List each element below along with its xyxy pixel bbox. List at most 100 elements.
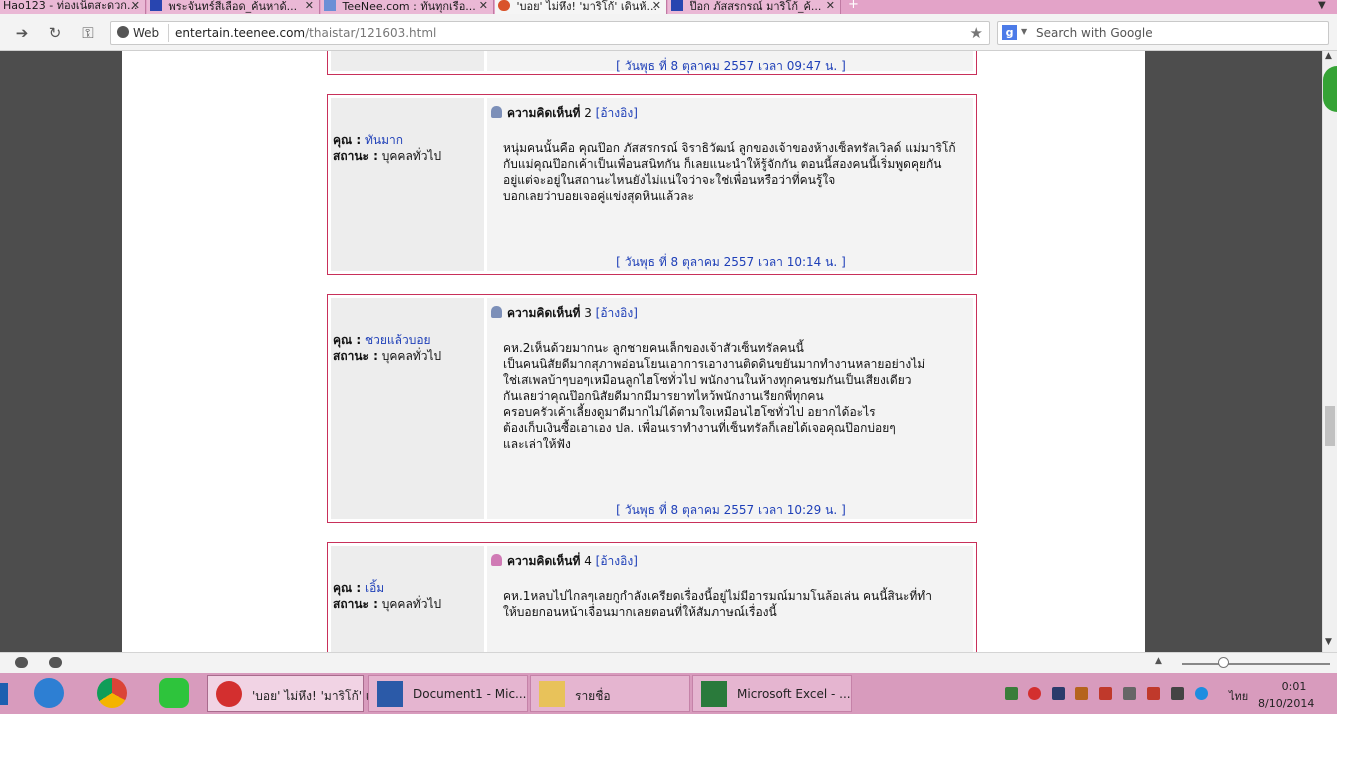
- tab-hao123[interactable]: Hao123 - ท่องเน็ตสะดวก... ✕: [0, 0, 146, 14]
- comment-card-4: คุณ : เอิ้ม สถานะ : บุคคลทั่วไป ความคิดเ…: [327, 542, 977, 652]
- quote-link[interactable]: [อ้างอิง]: [596, 554, 638, 568]
- scrollbar-thumb[interactable]: [1325, 406, 1335, 446]
- tab-close-icon[interactable]: ✕: [826, 0, 835, 12]
- cloud-icon[interactable]: [15, 657, 28, 668]
- key-icon[interactable]: ⚿: [78, 24, 98, 42]
- comment-text: คห.1หลบไปไกลๆเลยกูกำลังเครียดเรื่องนี้อย…: [503, 589, 932, 619]
- tab-strip: Hao123 - ท่องเน็ตสะดวก... ✕ พระจันทร์สีเ…: [0, 0, 1337, 14]
- bluetooth-icon[interactable]: [1195, 687, 1208, 700]
- reload-button[interactable]: ↻: [45, 24, 65, 42]
- tab-title: 'บอย' ไม่หึง! 'มาริโก้' เดินห้...: [516, 0, 658, 13]
- tab-pok-search[interactable]: ป๊อก ภัสสรกรณ์ มาริโก้_ค้... ✕: [668, 0, 841, 14]
- comment-author: คุณ : เอิ้ม สถานะ : บุคคลทั่วไป: [333, 581, 442, 611]
- word-icon: [377, 681, 403, 707]
- zoom-slider-thumb[interactable]: [1218, 657, 1229, 668]
- antivirus-icon[interactable]: [1099, 687, 1112, 700]
- tab-close-icon[interactable]: ✕: [131, 0, 140, 12]
- comment-body-panel: ความคิดเห็นที่ 4 [อ้างอิง] คห.1หลบไปไกลๆ…: [487, 546, 973, 652]
- chrome-icon[interactable]: [97, 678, 127, 708]
- web-badge[interactable]: Web: [117, 25, 159, 41]
- comment-number: 2: [584, 106, 592, 120]
- author-status: บุคคลทั่วไป: [381, 149, 442, 163]
- task-word[interactable]: Document1 - Mic...: [368, 675, 528, 712]
- new-tab-button[interactable]: +: [848, 0, 861, 11]
- url-text[interactable]: entertain.teenee.com/thaistar/121603.htm…: [175, 26, 436, 40]
- author-name-link[interactable]: เอิ้ม: [365, 581, 384, 595]
- comment-number: 3: [584, 306, 592, 320]
- comment-body-panel: ความคิดเห็นที่ 2 [อ้างอิง] หนุ่มคนนั้นคื…: [487, 98, 973, 271]
- comment-body-panel: ความคิดเห็นที่ 3 [อ้างอิง] คห.2เห็นด้วยม…: [487, 298, 973, 519]
- comment-heading: ความคิดเห็นที่ 2 [อ้างอิง]: [491, 104, 638, 123]
- comment-card-3: คุณ : ชวยแล้วบอย สถานะ : บุคคลทั่วไป ควา…: [327, 294, 977, 523]
- tab-close-icon[interactable]: ✕: [652, 0, 661, 12]
- tab-title: พระจันทร์สีเลือด_ค้นหาด้...: [168, 0, 298, 13]
- bookmark-star-icon[interactable]: ★: [970, 24, 983, 42]
- task-folder[interactable]: รายชื่อ: [530, 675, 690, 712]
- tab-blood-moon-search[interactable]: พระจันทร์สีเลือด_ค้นหาด้... ✕: [147, 0, 320, 14]
- clock-date[interactable]: 8/10/2014: [1258, 697, 1314, 710]
- start-button[interactable]: [0, 683, 8, 705]
- author-status: บุคคลทั่วไป: [381, 349, 442, 363]
- opera-icon: [216, 681, 242, 707]
- comment-body-panel: [วันพุธ ที่ 8 ตุลาคม 2557 เวลา 09:47 น.]: [487, 51, 973, 73]
- comment-date: [วันพุธ ที่ 8 ตุลาคม 2557 เวลา 09:47 น.]: [616, 59, 846, 73]
- speaker-alert-icon[interactable]: [1075, 687, 1088, 700]
- user-icon: [491, 306, 502, 318]
- chevron-down-icon[interactable]: ▼: [1021, 27, 1027, 36]
- tab-title: TeeNee.com : ทันทุกเรือ...: [342, 0, 476, 13]
- tab-close-icon[interactable]: ✕: [479, 0, 488, 12]
- tab-close-icon[interactable]: ✕: [305, 0, 314, 12]
- comment-text: คห.2เห็นด้วยมากนะ ลูกชายคนเล็กของเจ้าสัว…: [503, 341, 926, 451]
- screen-margin: [0, 714, 1366, 768]
- comment-date-text: วันพุธ ที่ 8 ตุลาคม 2557 เวลา 09:47 น.: [624, 59, 838, 73]
- network-icon[interactable]: [1171, 687, 1184, 700]
- language-indicator[interactable]: ไทย: [1229, 687, 1248, 705]
- comment-author-panel: คุณ : เอิ้ม สถานะ : บุคคลทั่วไป: [331, 546, 484, 652]
- clock-time[interactable]: 0:01: [1274, 680, 1314, 693]
- author-status: บุคคลทั่วไป: [381, 597, 442, 611]
- zoom-menu-icon[interactable]: ▲: [1155, 656, 1162, 666]
- comment-author-panel: คุณ : ชวยแล้วบอย สถานะ : บุคคลทั่วไป: [331, 298, 484, 519]
- zoom-slider[interactable]: [1182, 663, 1330, 665]
- monitor-icon[interactable]: [1052, 687, 1065, 700]
- excel-icon: [701, 681, 727, 707]
- tab-menu-button[interactable]: ▼: [1318, 0, 1326, 11]
- page-scrollbar[interactable]: ▲ ▼: [1322, 51, 1337, 652]
- internet-explorer-icon[interactable]: [34, 678, 64, 708]
- line-icon[interactable]: [159, 678, 189, 708]
- comment-text: หนุ่มคนนั้นคือ คุณป๊อก ภัสสรกรณ์ จิราธิว…: [503, 141, 956, 203]
- quote-link[interactable]: [อ้างอิง]: [596, 106, 638, 120]
- comment-card-2: คุณ : ทันมาก สถานะ : บุคคลทั่วไป ความคิด…: [327, 94, 977, 275]
- task-excel[interactable]: Microsoft Excel - ...: [692, 675, 852, 712]
- paw-icon: [150, 0, 162, 11]
- volume-icon[interactable]: [1123, 687, 1136, 700]
- folder-icon: [539, 681, 565, 707]
- url-path: /thaistar/121603.html: [305, 26, 437, 40]
- action-center-flag-icon[interactable]: [1147, 687, 1160, 700]
- tab-current-article[interactable]: 'บอย' ไม่หึง! 'มาริโก้' เดินห้... ✕: [495, 0, 667, 14]
- author-name-link[interactable]: ชวยแล้วบอย: [365, 333, 431, 347]
- sidebar-toggle-icon[interactable]: [1323, 66, 1337, 112]
- opera-icon: [498, 0, 510, 11]
- content-column: [วันพุธ ที่ 8 ตุลาคม 2557 เวลา 09:47 น.]…: [122, 51, 1145, 652]
- url-domain: entertain.teenee.com: [175, 26, 306, 40]
- divider: [168, 24, 169, 42]
- task-opera[interactable]: 'บอย' ไม่หึง! 'มาริโก้' เ...: [207, 675, 381, 712]
- google-icon[interactable]: g: [1002, 25, 1017, 40]
- speed-dial-icon[interactable]: [49, 657, 62, 668]
- quote-link[interactable]: [อ้างอิง]: [596, 306, 638, 320]
- tab-title: ป๊อก ภัสสรกรณ์ มาริโก้_ค้...: [689, 0, 822, 13]
- scroll-down-icon[interactable]: ▼: [1325, 637, 1332, 647]
- address-bar[interactable]: Web entertain.teenee.com/thaistar/121603…: [110, 21, 990, 45]
- paw-icon: [671, 0, 683, 11]
- author-name-link[interactable]: ทันมาก: [365, 133, 403, 147]
- comment-heading: ความคิดเห็นที่ 3 [อ้างอิง]: [491, 304, 638, 323]
- opera-tray-icon[interactable]: [1028, 687, 1041, 700]
- tab-teenee-home[interactable]: TeeNee.com : ทันทุกเรือ... ✕: [321, 0, 494, 14]
- scroll-up-icon[interactable]: ▲: [1325, 51, 1332, 61]
- shield-check-icon[interactable]: [1005, 687, 1018, 700]
- comment-date: [วันพุธ ที่ 8 ตุลาคม 2557 เวลา 10:29 น.]: [616, 503, 846, 517]
- search-box[interactable]: g ▼ Search with Google: [997, 21, 1329, 45]
- comment-author-panel: [331, 51, 484, 71]
- back-button[interactable]: ➔: [12, 24, 32, 42]
